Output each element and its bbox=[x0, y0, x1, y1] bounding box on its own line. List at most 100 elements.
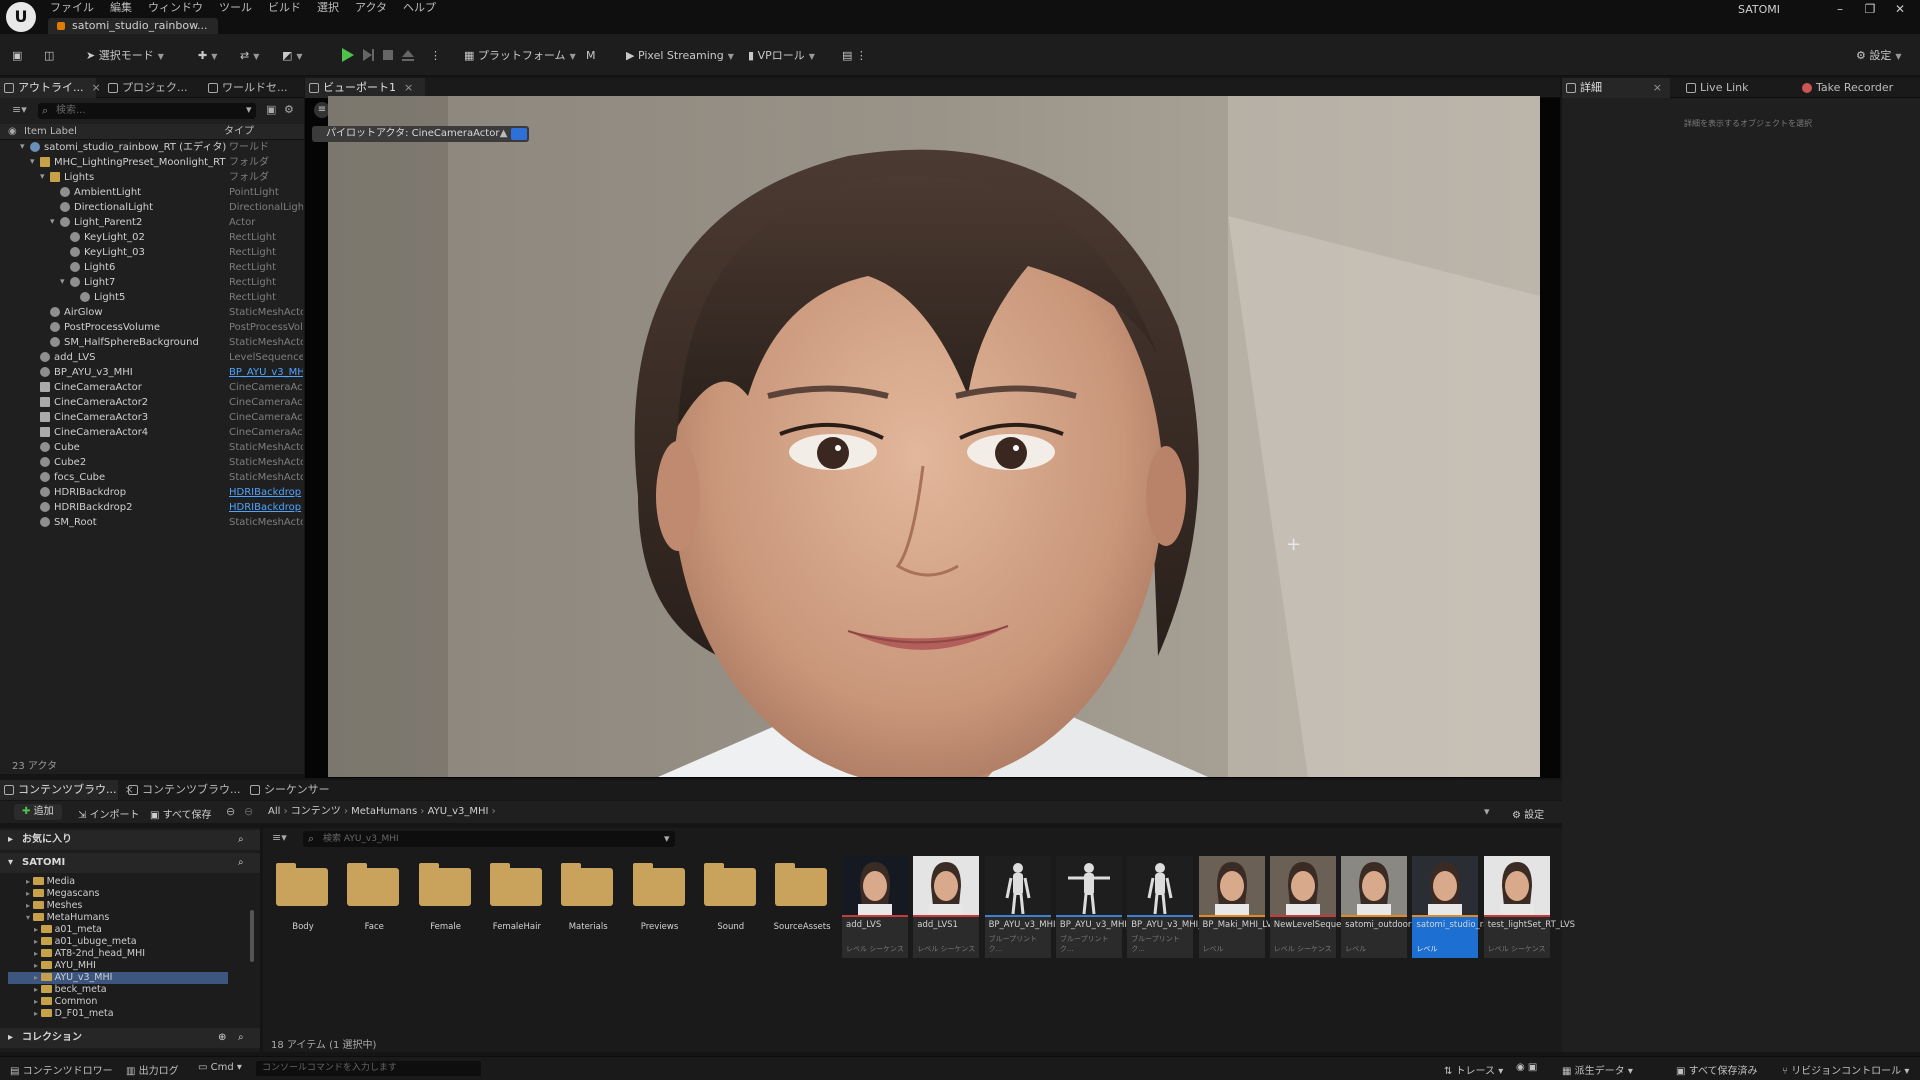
asset-tile[interactable]: satomi_outdoor レベル bbox=[1341, 856, 1411, 958]
settings-button[interactable]: ⚙ 設定 ▼ bbox=[1856, 46, 1902, 66]
asset-tile[interactable]: BP_AYU_v3_MHI_... ブループリント ク... bbox=[1127, 856, 1211, 958]
folder-tree-item[interactable]: ▸ D_F01_meta bbox=[34, 1008, 114, 1020]
outliner-row[interactable]: HDRIBackdrop HDRIBackdrop bbox=[0, 485, 304, 500]
asset-tile[interactable]: satomi_studio_rainbow_RT レベル bbox=[1412, 856, 1529, 958]
asset-tile[interactable]: NewLevelSequence レベル シーケンス bbox=[1269, 856, 1357, 958]
outliner-row[interactable]: AirGlow StaticMeshActor bbox=[0, 305, 304, 320]
outliner-row[interactable]: add_LVS LevelSequenceAc bbox=[0, 350, 304, 365]
folder-tree-item[interactable]: ▸ AYU_MHI bbox=[34, 960, 96, 972]
folder-tree-item[interactable]: ▸ Media bbox=[26, 876, 75, 888]
content-drawer-button[interactable]: ▤ コンテンツドロワー bbox=[10, 1062, 113, 1077]
tab-content-browser-2[interactable]: コンテンツブラウ... bbox=[124, 780, 242, 800]
close-icon[interactable]: × bbox=[1653, 78, 1662, 98]
col-label-header[interactable]: Item Label bbox=[24, 124, 77, 140]
outliner-row[interactable]: CineCameraActor CineCameraActo bbox=[0, 380, 304, 395]
chevron-down-icon[interactable]: ▾ bbox=[1484, 805, 1490, 818]
output-log-button[interactable]: ▥ 出力ログ bbox=[126, 1062, 179, 1077]
folder-tree-item[interactable]: ▸ a01_meta bbox=[34, 924, 102, 936]
eye-icon[interactable]: ◉ bbox=[8, 124, 17, 140]
folder-tree-item[interactable]: ▸ beck_meta bbox=[34, 984, 107, 996]
outliner-row[interactable]: ▾ Light_Parent2 Actor bbox=[0, 215, 304, 230]
content-icon[interactable]: ◫ bbox=[44, 46, 54, 66]
outliner-search-input[interactable]: 検索... bbox=[38, 103, 256, 119]
outliner-row[interactable]: AmbientLight PointLight bbox=[0, 185, 304, 200]
folder-asset[interactable]: Face bbox=[339, 856, 405, 958]
trace-button[interactable]: ⇅ トレース ▾ bbox=[1444, 1062, 1503, 1077]
outliner-row[interactable]: CineCameraActor2 CineCameraActo bbox=[0, 395, 304, 410]
folder-asset[interactable]: Body bbox=[268, 856, 334, 958]
pilot-actor-bar[interactable]: パイロットアクタ: CineCameraActor ▲ bbox=[312, 126, 530, 142]
tab-take-recorder[interactable]: Take Recorder bbox=[1798, 78, 1908, 98]
folder-tree-item[interactable]: ▸ AT8-2nd_head_MHI bbox=[34, 948, 145, 960]
import-button[interactable]: ⇲ インポート bbox=[78, 806, 140, 821]
modeling-icon[interactable]: M bbox=[586, 46, 596, 66]
folder-asset[interactable]: Sound bbox=[696, 856, 762, 958]
menu-item[interactable]: ツール bbox=[219, 0, 252, 16]
eject-pilot-icon[interactable]: ▲ bbox=[500, 126, 508, 142]
folder-asset[interactable]: SourceAssets bbox=[767, 856, 833, 958]
folder-tree-item[interactable]: ▸ Common bbox=[34, 996, 97, 1008]
folder-asset[interactable]: Previews bbox=[625, 856, 691, 958]
unreal-logo-icon[interactable]: U bbox=[6, 2, 36, 32]
cinematics-icon[interactable]: ◩ ▼ bbox=[282, 46, 303, 66]
outliner-row[interactable]: PostProcessVolume PostProcessVolu bbox=[0, 320, 304, 335]
folder-asset[interactable]: Materials bbox=[553, 856, 619, 958]
camera-icon[interactable] bbox=[511, 128, 528, 140]
tab-content-browser-1[interactable]: コンテンツブラウ... × bbox=[0, 780, 134, 800]
outliner-row[interactable]: HDRIBackdrop2 HDRIBackdrop bbox=[0, 500, 304, 515]
col-type-header[interactable]: タイプ bbox=[224, 124, 254, 140]
chevron-down-icon[interactable]: ▾ bbox=[60, 275, 65, 290]
asset-tile[interactable]: add_LVS レベル シーケンス bbox=[842, 856, 908, 958]
breadcrumb-item[interactable]: MetaHumans bbox=[351, 806, 417, 817]
outliner-row[interactable]: KeyLight_02 RectLight bbox=[0, 230, 304, 245]
outliner-item-type[interactable]: HDRIBackdrop bbox=[229, 485, 303, 500]
breadcrumb-item[interactable]: All bbox=[268, 806, 280, 817]
outliner-row[interactable]: ▾ Light7 RectLight bbox=[0, 275, 304, 290]
select-mode-button[interactable]: ➤ 選択モード ▼ bbox=[86, 46, 164, 66]
tab-outliner[interactable]: アウトライ... × bbox=[0, 78, 101, 98]
outliner-row[interactable]: Light5 RectLight bbox=[0, 290, 304, 305]
record-status-icon[interactable]: ◉ ▣ bbox=[1516, 1062, 1537, 1073]
pixel-streaming-button[interactable]: ▶ Pixel Streaming ▼ bbox=[626, 46, 734, 66]
outliner-row[interactable]: ▾ MHC_LightingPreset_Moonlight_RT フォルダ bbox=[0, 155, 304, 170]
forward-icon[interactable]: ⊖ bbox=[244, 805, 253, 818]
outliner-item-type[interactable]: BP_AYU_v3_MHI bbox=[229, 365, 303, 380]
play-button[interactable] bbox=[340, 47, 356, 63]
chevron-down-icon[interactable]: ▾ bbox=[246, 103, 252, 116]
chevron-down-icon[interactable]: ▾ bbox=[664, 832, 670, 845]
filter-icon[interactable]: ≡▾ bbox=[272, 831, 287, 844]
back-icon[interactable]: ⊖ bbox=[226, 805, 235, 818]
tab-live-link[interactable]: Live Link bbox=[1682, 78, 1782, 98]
platform-button[interactable]: ▦ プラットフォーム ▼ bbox=[464, 46, 576, 66]
menu-item[interactable]: ビルド bbox=[268, 0, 301, 16]
outliner-row[interactable]: SM_HalfSphereBackground StaticMeshActor bbox=[0, 335, 304, 350]
outliner-row[interactable]: SM_Root StaticMeshActor bbox=[0, 515, 304, 530]
outliner-row[interactable]: CineCameraActor3 CineCameraActo bbox=[0, 410, 304, 425]
outliner-row[interactable]: ▾ Lights フォルダ bbox=[0, 170, 304, 185]
asset-tile[interactable]: test_lightSet_RT_LVS レベル シーケンス bbox=[1483, 856, 1575, 958]
outliner-row[interactable]: ▾ satomi_studio_rainbow_RT (エディタ) ワールド bbox=[0, 140, 304, 155]
all-saved-button[interactable]: ▣ すべて保存済み bbox=[1676, 1062, 1758, 1077]
outliner-row[interactable]: KeyLight_03 RectLight bbox=[0, 245, 304, 260]
tab-viewport1[interactable]: ビューポート1 × bbox=[305, 78, 425, 98]
cb-settings-button[interactable]: ⚙ 設定 bbox=[1512, 806, 1544, 821]
close-icon[interactable]: × bbox=[404, 81, 413, 94]
favorites-section[interactable]: お気に入り ▸ ⌕ bbox=[0, 830, 260, 850]
outliner-row[interactable]: DirectionalLight DirectionalLight bbox=[0, 200, 304, 215]
maximize-icon[interactable]: ❐ bbox=[1856, 1, 1884, 17]
tree-scrollbar[interactable] bbox=[250, 910, 254, 962]
play-options-icon[interactable]: ⋮ bbox=[430, 46, 441, 66]
eject-button[interactable] bbox=[400, 47, 416, 63]
project-tab[interactable]: satomi_studio_rainbow... bbox=[48, 18, 218, 34]
folder-tree-item[interactable]: ▸ Megascans bbox=[26, 888, 99, 900]
menu-item[interactable]: ヘルプ bbox=[403, 0, 436, 16]
collections-section[interactable]: コレクション ▸ ⊕ ⌕ bbox=[0, 1028, 260, 1048]
search-icon[interactable]: ⌕ bbox=[238, 1028, 244, 1048]
filter-icon[interactable]: ≡▾ bbox=[12, 103, 27, 116]
layout-icon[interactable]: ▤ ⋮ bbox=[842, 46, 867, 66]
menu-item[interactable]: ファイル bbox=[50, 0, 94, 16]
menu-item[interactable]: ウィンドウ bbox=[148, 0, 203, 16]
search-icon[interactable]: ⌕ bbox=[238, 830, 244, 850]
chevron-down-icon[interactable]: ▾ bbox=[20, 140, 25, 155]
breadcrumb-item[interactable]: コンテンツ bbox=[291, 806, 341, 817]
